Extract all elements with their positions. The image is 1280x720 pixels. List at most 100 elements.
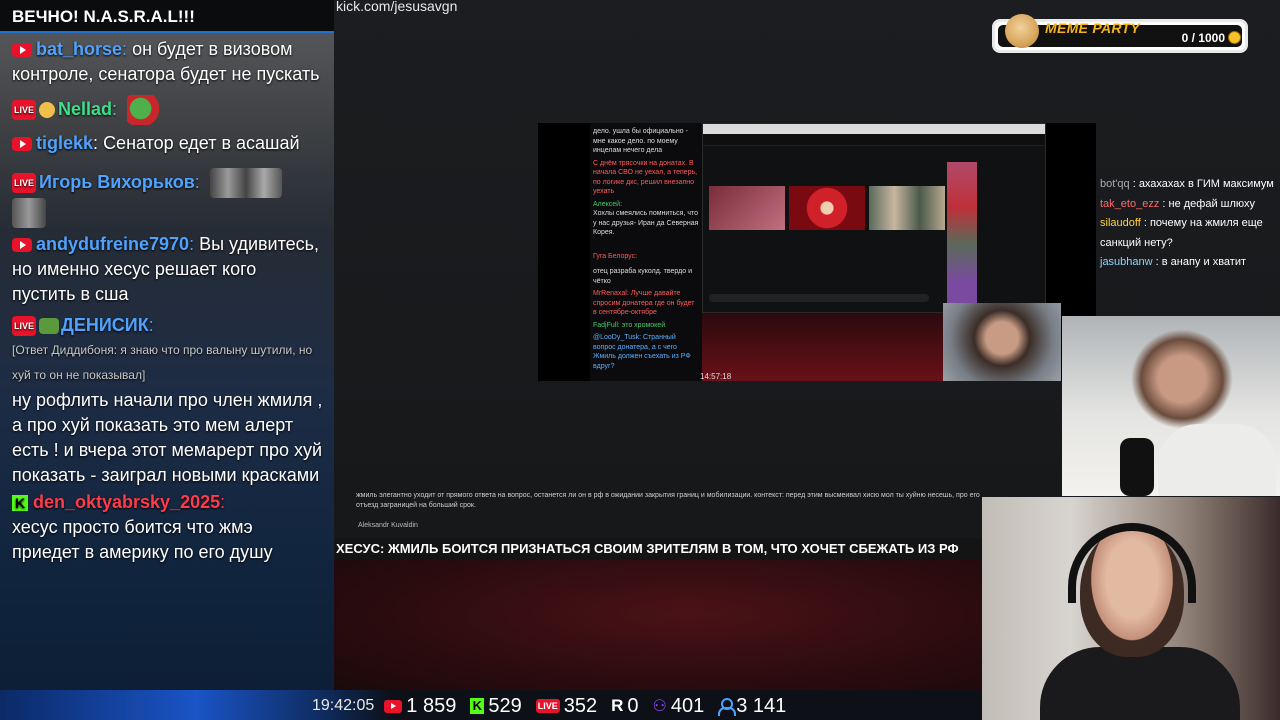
viewer-stats: 19:42:05 1 859 K 529 LIVE 352 R0 ⚇ 401 3 14…	[312, 694, 800, 718]
total-viewers: 3 141	[718, 695, 786, 718]
clock: 19:42:05	[312, 697, 375, 714]
screen-timestamp: 14:57:18	[700, 372, 732, 381]
chat-nick: andydufreine7970	[36, 234, 190, 254]
meme-party-title: MEME PARTY	[1045, 20, 1141, 36]
pepe-emote-icon	[39, 318, 60, 335]
video-thumbnail	[869, 186, 945, 230]
total-count: 3 141	[736, 694, 787, 717]
photo-emote-icon	[209, 168, 282, 198]
youtube-header	[703, 134, 1045, 146]
side-chat-user: tak_eto_ezz	[1100, 197, 1160, 210]
headset-icon	[1068, 523, 1196, 603]
coin-icon	[1228, 31, 1241, 44]
kick-viewers: K 529	[470, 694, 522, 718]
screen-chat-line: MrRenaxal: Лучше давайте спросим донатер…	[593, 290, 695, 316]
r-icon: R	[611, 696, 624, 715]
youtube-icon	[12, 43, 32, 58]
screen-chat-line: отец разраба куколд. твердо и чётко	[593, 268, 692, 285]
twitch-count: 401	[670, 694, 705, 717]
screen-chat-line: Гуга Белорус:	[593, 252, 638, 260]
side-chat-text: не дефай шлюху	[1168, 197, 1256, 210]
chat-reply: [Ответ Диддибоня: я знаю что про валыну …	[12, 343, 313, 382]
frog-emote-icon	[127, 95, 162, 125]
chat-nick: den_oktyabrsky_2025	[33, 492, 221, 512]
twitch-viewers: ⚇ 401	[653, 695, 705, 718]
chat-panel: ВЕЧНО! N.A.S.R.A.L!!! bat_horse: он буде…	[0, 0, 334, 720]
chat-nick: tiglekk	[36, 133, 94, 153]
live-viewers: LIVE 352	[535, 694, 598, 718]
live-count: 352	[563, 694, 598, 717]
live-icon: LIVE	[12, 316, 37, 337]
live-icon: LIVE	[12, 100, 37, 120]
screen-chat-line: Алексей:	[593, 200, 623, 208]
yellow-emote-icon	[39, 102, 56, 118]
side-chat-text: ахахахах в ГИМ максимум	[1138, 178, 1274, 190]
screen-chat-line: дело. ушла бы официально - мне какое дел…	[593, 128, 688, 154]
microphone-icon	[1120, 438, 1154, 496]
chat-message: tiglekk: Сенатор едет в асашай	[0, 131, 334, 156]
doge-icon	[1005, 14, 1039, 48]
screen-chat-line: @LooDy_Tusk: Странный вопрос донатера, а…	[593, 334, 691, 370]
side-chat-message: bot'qq : ахахахах в ГИМ максимум	[1100, 178, 1274, 190]
chat-message: LIVE Nellad:	[0, 95, 334, 125]
side-chat-message: jasubhanw : в анапу и хватит	[1100, 256, 1247, 268]
side-chat: bot'qq : ахахахах в ГИМ максимум tak_eto…	[1100, 175, 1280, 273]
meme-party-widget: MEME PARTY 0 / 1000	[992, 14, 1248, 53]
shared-browser-window	[702, 123, 1046, 313]
user-icon	[718, 698, 737, 716]
background-red-area	[334, 560, 982, 695]
youtube-icon	[12, 137, 32, 152]
side-chat-user: jasubhanw	[1100, 256, 1153, 268]
chat-nick: ДЕНИСИК	[61, 315, 149, 335]
recommended-thumbnails	[947, 162, 977, 312]
meme-party-count: 0 / 1000	[1181, 31, 1225, 45]
screen-chat-line: Хохлы смеялись помниться, что у нас друз…	[593, 210, 699, 236]
chat-nick: Nellad	[58, 98, 113, 119]
live-icon: LIVE	[535, 699, 560, 713]
youtube-viewers: 1 859	[384, 695, 456, 718]
clip-caption: жмиль элегантно уходит от прямого ответа…	[356, 492, 980, 509]
side-chat-user: silaudoff	[1100, 217, 1141, 229]
chat-message: LIVE ДЕНИСИК: [Ответ Диддибоня: я знаю чт…	[0, 313, 334, 488]
side-chat-message: silaudoff : почему на жмиля еще санкций …	[1100, 217, 1263, 249]
live-icon: LIVE	[12, 173, 37, 193]
chat-text: ну рофлить начали про член жмиля , а про…	[12, 390, 323, 485]
shared-screen: дело. ушла бы официально - мне какое дел…	[538, 123, 1096, 381]
caption-author: Aleksandr Kuvaldin	[358, 522, 418, 529]
twitch-icon: ⚇	[652, 698, 667, 715]
stream-layout: ВЕЧНО! N.A.S.R.A.L!!! bat_horse: он буде…	[0, 0, 1280, 720]
side-chat-text: в анапу и хватит	[1161, 256, 1247, 268]
chat-message: Kden_oktyabrsky_2025: хесус просто боитс…	[0, 490, 334, 565]
kick-count: 529	[488, 694, 522, 717]
side-chat-message: tak_eto_ezz : не дефай шлюху	[1100, 197, 1256, 210]
shared-screen-chat: дело. ушла бы официально - мне какое дел…	[590, 123, 702, 381]
video-thumbnail	[709, 186, 785, 230]
video-action-bar	[709, 294, 929, 302]
chat-header: ВЕЧНО! N.A.S.R.A.L!!!	[0, 0, 334, 33]
chat-message: bat_horse: он будет в визовом контроле, …	[12, 39, 320, 84]
r-count: 0	[627, 694, 639, 717]
streamer-body	[1040, 647, 1240, 720]
chat-nick: Игорь Вихорьков	[39, 171, 195, 192]
chat-text: хесус просто боится что жмэ приедет в ам…	[12, 517, 273, 562]
youtube-icon	[384, 699, 403, 713]
browser-tab-bar	[703, 124, 1045, 134]
chat-message: LIVE Игорь Вихорьков:	[0, 168, 334, 228]
side-chat-user: bot'qq	[1100, 178, 1130, 190]
chat-text: Сенатор едет в асашай	[103, 133, 300, 153]
chat-message: andydufreine7970: Вы удивитесь, но именн…	[12, 234, 320, 304]
guest-webcam	[1062, 316, 1280, 496]
kick-icon: K	[470, 698, 485, 714]
screen-chat-line: С днём трясочки на донатах. В начала СВО…	[593, 159, 698, 196]
guest-shirt	[1158, 424, 1276, 496]
video-thumbnail	[789, 186, 865, 230]
chat-nick: bat_horse	[36, 39, 123, 59]
youtube-icon	[12, 238, 32, 253]
headline-ticker: ХЕСУС: ЖМИЛЬ БОИТСЯ ПРИЗНАТЬСЯ СВОИМ ЗРИ…	[336, 541, 959, 556]
streamer-webcam-mini	[943, 303, 1061, 381]
r-viewers: R0	[611, 695, 638, 718]
photo-emote-icon	[12, 198, 46, 228]
kick-icon: K	[12, 495, 28, 512]
youtube-count: 1 859	[406, 694, 457, 717]
streamer-webcam	[982, 497, 1280, 720]
